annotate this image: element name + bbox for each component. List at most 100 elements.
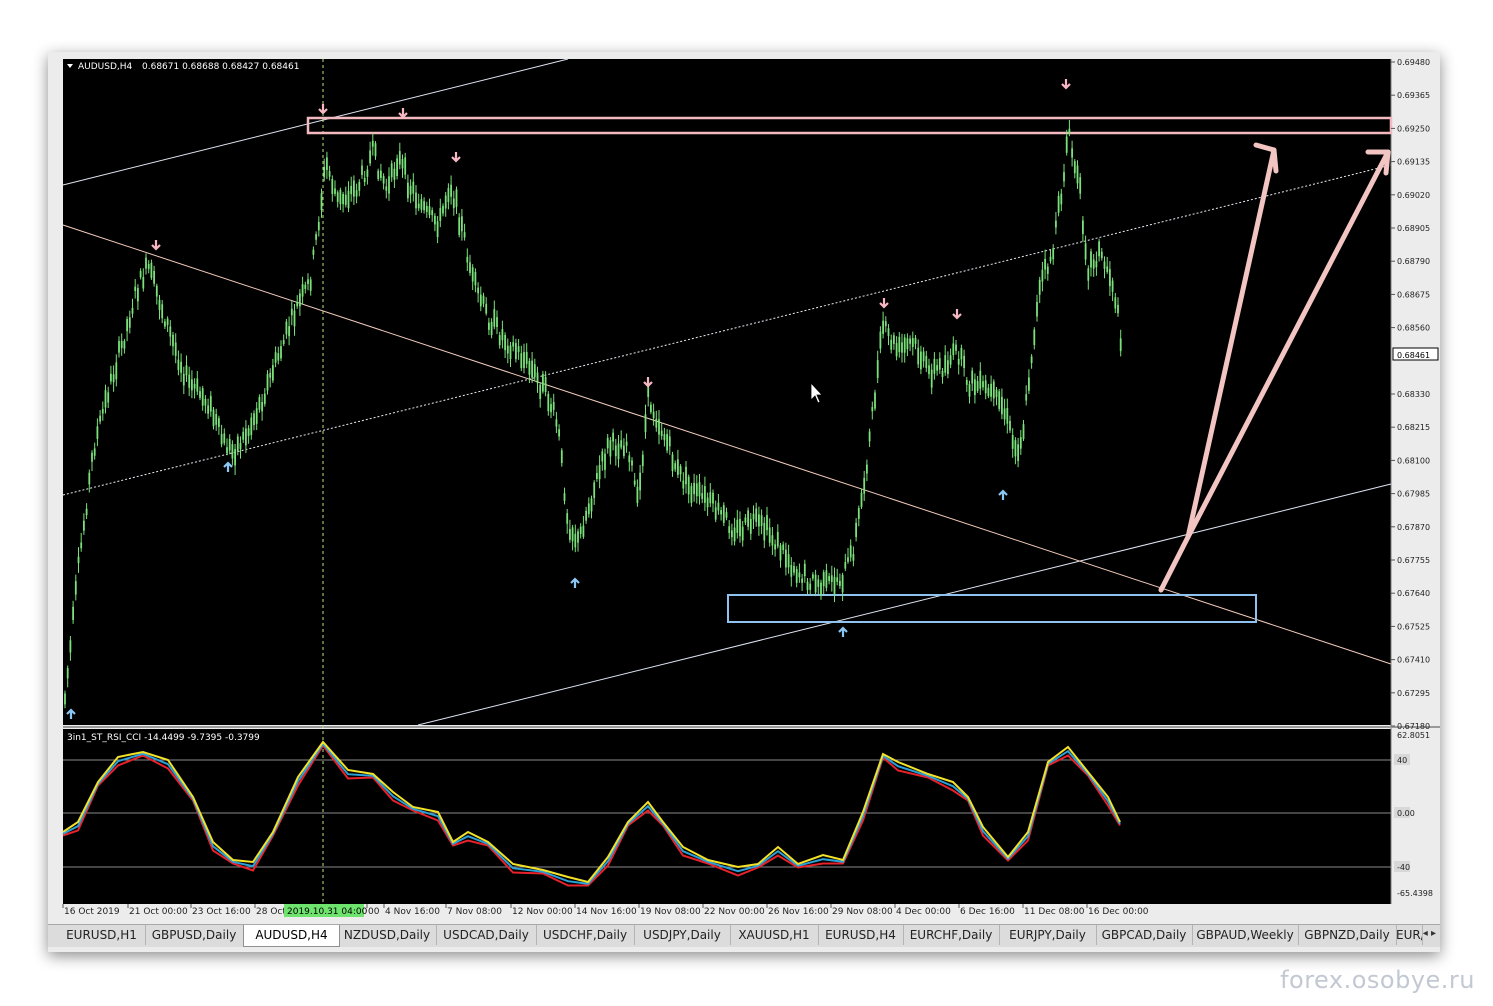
tab-gbpcad-daily[interactable]: GBPCAD,Daily	[1096, 925, 1193, 945]
candle-body	[1001, 396, 1003, 415]
candle-body	[69, 640, 72, 653]
candle-body	[596, 472, 598, 479]
current-price-label: 0.68461	[1397, 351, 1430, 360]
candle-body	[471, 267, 474, 282]
candle-body	[855, 522, 857, 538]
tab-audusd-h4[interactable]: AUDUSD,H4	[243, 925, 340, 947]
candle-body	[293, 310, 296, 327]
tab-nzdusd-daily[interactable]: NZDUSD,Daily	[338, 925, 437, 945]
candle-body	[890, 339, 893, 350]
candle-body	[569, 529, 571, 540]
candle-body	[282, 340, 285, 345]
candle-body	[614, 445, 617, 457]
candle-body	[415, 192, 417, 209]
indicator-axis[interactable]: 62.8051 40 0.00 -40 -65.4398	[1394, 731, 1433, 898]
tab-xauusd-h1[interactable]: XAUUSD,H1	[730, 925, 819, 945]
candle-body	[925, 355, 928, 369]
chart-canvas[interactable]: AUDUSD,H4 0.68671 0.68688 0.68427 0.6846…	[48, 52, 1440, 924]
tab-usdchf-daily[interactable]: USDCHF,Daily	[536, 925, 635, 945]
candle-body	[83, 520, 85, 531]
price-tick-label: 0.67180	[1397, 722, 1430, 731]
candle-body	[261, 402, 263, 412]
tab-scroll-arrows-icon[interactable]: ◂ ▸	[1423, 928, 1436, 939]
tab-eurchf-daily[interactable]: EURCHF,Daily	[903, 925, 1000, 945]
price-tick-label: 0.69020	[1397, 191, 1430, 200]
candle-body	[1014, 440, 1017, 457]
candle-body	[137, 288, 139, 302]
price-axis[interactable]: 0.69480 0.69365 0.69250 0.69135 0.69020 0.689…	[1391, 58, 1430, 731]
watermark: forex.osobye.ru	[1280, 966, 1475, 994]
candle-body	[828, 576, 830, 581]
candle-body	[509, 345, 512, 359]
candle-body	[242, 431, 245, 440]
candle-body	[450, 184, 452, 197]
tab-usdjpy-daily[interactable]: USDJPY,Daily	[634, 925, 731, 945]
candle-body	[644, 414, 647, 433]
candle-body	[947, 360, 949, 375]
candle-body	[80, 542, 83, 549]
candle-body	[331, 179, 334, 194]
candle-body	[685, 466, 687, 485]
candle-body	[717, 502, 720, 511]
candle-body	[906, 338, 909, 350]
tab-usdcad-daily[interactable]: USDCAD,Daily	[436, 925, 537, 945]
candle-body	[663, 434, 666, 441]
candle-body	[1033, 329, 1036, 346]
indicator-tick-label: 0.00	[1397, 809, 1415, 818]
candle-body	[204, 398, 207, 406]
candle-body	[990, 383, 992, 397]
candle-body	[879, 331, 882, 349]
candle-body	[72, 606, 74, 620]
candle-body	[371, 140, 374, 147]
candle-body	[428, 206, 431, 215]
candle-body	[461, 216, 463, 232]
time-tick-label: 28 Oct	[256, 907, 286, 917]
candle-body	[1114, 297, 1117, 309]
candle-body	[965, 380, 968, 385]
candle-body	[752, 513, 755, 520]
candle-body	[895, 343, 898, 357]
tab-eurusd-h4[interactable]: EURUSD,H4	[818, 925, 904, 945]
price-chart-panel[interactable]	[63, 59, 1391, 725]
candle-body	[320, 193, 323, 210]
candle-body	[1098, 241, 1100, 257]
candle-body	[849, 545, 852, 558]
candle-body	[77, 556, 80, 564]
candle-body	[169, 326, 172, 337]
tab-eurusd-h1[interactable]: EURUSD,H1	[58, 925, 146, 945]
candle-body	[142, 276, 145, 289]
candle-body	[876, 360, 879, 378]
candle-body	[774, 544, 776, 550]
candle-body	[887, 328, 890, 336]
candle-body	[617, 443, 620, 460]
candle-body	[474, 271, 477, 286]
tab-gbpaud-weekly[interactable]: GBPAUD,Weekly	[1192, 925, 1299, 945]
candle-body	[525, 351, 528, 364]
tab-gbpusd-daily[interactable]: GBPUSD,Daily	[145, 925, 244, 945]
candle-body	[749, 519, 752, 534]
candle-body	[482, 295, 485, 304]
indicator-panel[interactable]	[63, 729, 1391, 904]
candle-body	[612, 432, 614, 442]
price-tick-label: 0.68560	[1397, 324, 1430, 333]
tab-eur[interactable]: EUR/	[1396, 925, 1423, 945]
candle-body	[66, 668, 69, 679]
candle-body	[795, 569, 798, 583]
candle-body	[336, 192, 339, 202]
candle-body	[650, 404, 652, 413]
price-tick-label: 0.67410	[1397, 656, 1430, 665]
terminal-window: AUDUSD,H4 0.68671 0.68688 0.68427 0.6846…	[48, 52, 1440, 952]
candle-body	[504, 334, 506, 351]
candle-body	[1055, 220, 1057, 228]
candle-body	[218, 418, 220, 427]
candle-body	[431, 210, 434, 216]
candle-body	[901, 342, 903, 353]
candle-body	[463, 232, 466, 238]
candle-body	[933, 358, 936, 374]
tab-gbpnzd-daily[interactable]: GBPNZD,Daily	[1298, 925, 1397, 945]
chart-ohlc: 0.68671 0.68688 0.68427 0.68461	[142, 62, 299, 72]
tab-eurjpy-daily[interactable]: EURJPY,Daily	[999, 925, 1097, 945]
time-axis[interactable]: 16 Oct 2019 21 Oct 00:00 23 Oct 16:00 28 Oc…	[62, 904, 1149, 917]
candle-body	[801, 578, 803, 583]
candle-body	[1100, 251, 1103, 259]
